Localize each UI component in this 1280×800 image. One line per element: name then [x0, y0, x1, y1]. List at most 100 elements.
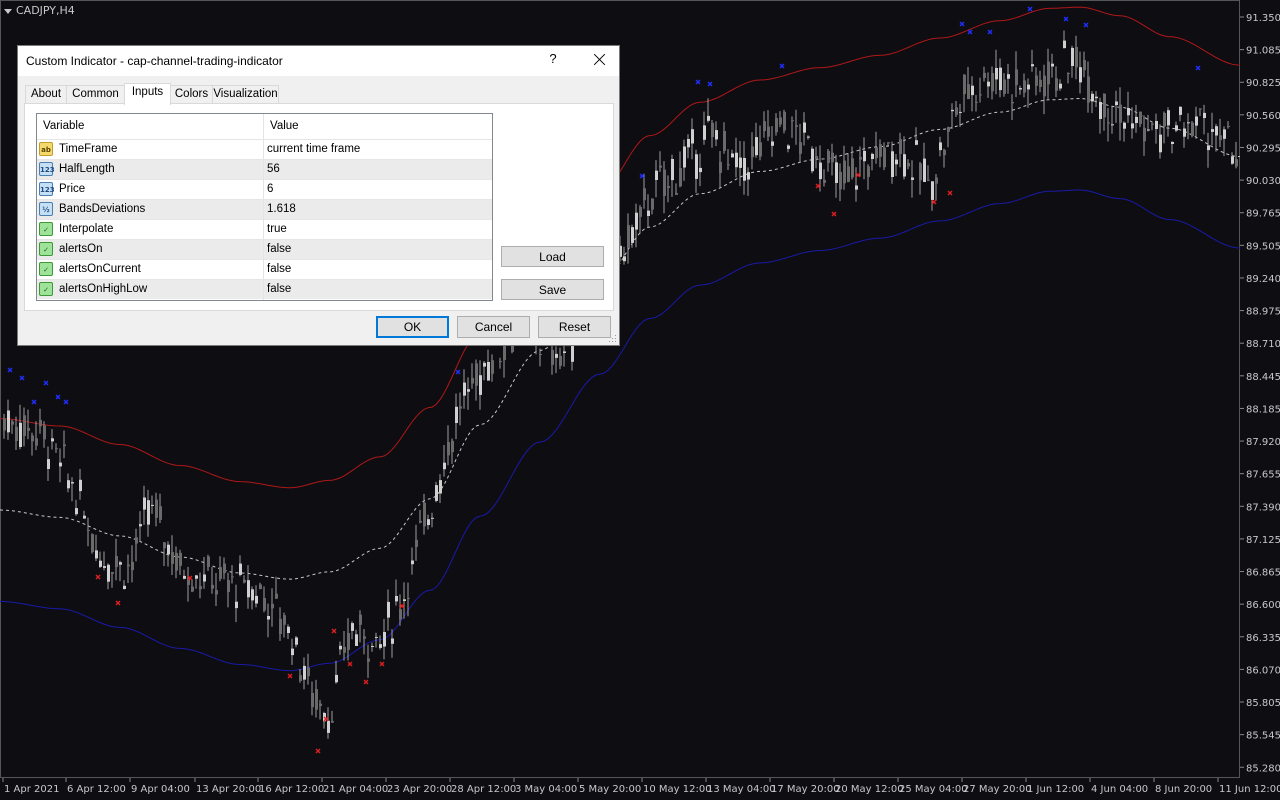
candle-body — [811, 148, 814, 172]
candle-body — [1235, 159, 1238, 167]
candle-body — [1055, 78, 1058, 91]
candle-body — [59, 462, 62, 467]
boolean-type-icon: ✓ — [39, 282, 53, 296]
candle-body — [387, 601, 390, 618]
dialog-title-bar[interactable]: Custom Indicator - cap-channel-trading-i… — [18, 46, 619, 76]
candle-body — [635, 212, 638, 230]
tab-inputs[interactable]: Inputs — [124, 83, 171, 105]
close-icon[interactable] — [589, 49, 609, 71]
load-button[interactable]: Load — [501, 246, 604, 267]
candle-body — [739, 157, 742, 168]
candle-body — [327, 720, 330, 733]
cell-separator — [263, 280, 264, 300]
candle-body — [307, 667, 310, 677]
price-axis-label: 89.505 — [1246, 241, 1280, 252]
row-value[interactable]: 6 — [267, 183, 273, 195]
input-row-alertsoncurrent[interactable]: ✓ alertsOnCurrent false — [37, 259, 492, 280]
candle-body — [135, 537, 138, 544]
candle-body — [775, 118, 778, 133]
time-axis-label: 21 Apr 04:00 — [323, 784, 388, 795]
input-row-alertson[interactable]: ✓ alertsOn false — [37, 239, 492, 260]
candle-body — [779, 117, 782, 125]
candle-body — [1043, 75, 1046, 97]
candle-body — [1063, 40, 1066, 49]
tab-about[interactable]: About — [25, 85, 67, 104]
candle-body — [115, 556, 118, 567]
tab-common[interactable]: Common — [66, 85, 125, 104]
candle-body — [335, 674, 338, 683]
symbol-label[interactable]: CADJPY,H4 — [4, 4, 75, 17]
candle-body — [155, 499, 158, 518]
candle-body — [1187, 122, 1190, 124]
candle-body — [943, 149, 946, 156]
candle-body — [71, 482, 74, 484]
help-button[interactable]: ? — [546, 51, 560, 66]
time-axis-label: 13 Apr 20:00 — [196, 784, 261, 795]
candle-body — [999, 67, 1002, 91]
row-value[interactable]: false — [267, 263, 291, 275]
candle-body — [799, 142, 802, 154]
string-type-icon: ab — [39, 142, 53, 156]
cell-separator — [263, 160, 264, 180]
row-value[interactable]: 56 — [267, 163, 280, 175]
low-signal-marker — [855, 172, 861, 178]
inputs-grid[interactable]: Variable Value ab TimeFrame current time… — [36, 113, 493, 301]
input-row-bandsdeviations[interactable]: ½ BandsDeviations 1.618 — [37, 199, 492, 220]
reset-button[interactable]: Reset — [538, 316, 611, 338]
input-row-price[interactable]: 123 Price 6 — [37, 179, 492, 200]
high-signal-marker — [55, 394, 61, 400]
row-value[interactable]: true — [267, 223, 287, 235]
candle-body — [1079, 67, 1082, 83]
candle-body — [263, 598, 266, 611]
candle-body — [1099, 102, 1102, 119]
high-signal-marker — [695, 79, 701, 85]
cancel-button[interactable]: Cancel — [457, 316, 530, 338]
input-row-alertsonhighlow[interactable]: ✓ alertsOnHighLow false — [37, 279, 492, 300]
row-variable: Interpolate — [59, 223, 114, 235]
input-row-halflength[interactable]: 123 HalfLength 56 — [37, 159, 492, 180]
row-value[interactable]: current time frame — [267, 143, 360, 155]
price-axis-label: 88.710 — [1246, 339, 1280, 350]
candle-body — [835, 162, 838, 183]
row-value[interactable]: false — [267, 243, 291, 255]
candle-body — [63, 444, 66, 447]
integer-type-icon: 123 — [39, 182, 55, 196]
candle-body — [1199, 108, 1202, 110]
time-axis-label: 23 Apr 20:00 — [387, 784, 452, 795]
candle-body — [235, 601, 238, 609]
dropdown-triangle-icon[interactable] — [4, 8, 12, 14]
candle-body — [1155, 121, 1158, 129]
input-row-interpolate[interactable]: ✓ Interpolate true — [37, 219, 492, 240]
ok-button[interactable]: OK — [376, 316, 449, 338]
save-button[interactable]: Save — [501, 279, 604, 300]
price-axis-label: 88.185 — [1246, 404, 1280, 415]
candle-body — [991, 73, 994, 92]
input-row-timeframe[interactable]: ab TimeFrame current time frame — [37, 139, 492, 160]
price-axis-label: 86.070 — [1246, 665, 1280, 676]
tab-visualization[interactable]: Visualization — [212, 85, 279, 104]
tab-colors[interactable]: Colors — [170, 85, 213, 104]
candle-body — [215, 590, 218, 595]
low-signal-marker — [115, 600, 121, 606]
price-axis-label: 88.975 — [1246, 307, 1280, 318]
price-axis-label: 91.085 — [1246, 46, 1280, 57]
candle-body — [699, 167, 702, 173]
row-value[interactable]: 1.618 — [267, 203, 296, 215]
column-header-variable[interactable]: Variable — [37, 114, 263, 139]
candle-body — [963, 74, 966, 95]
candle-body — [703, 125, 706, 140]
candle-body — [643, 188, 646, 201]
price-axis-label: 89.240 — [1246, 274, 1280, 285]
boolean-type-icon: ✓ — [39, 222, 53, 236]
candle-body — [951, 109, 954, 112]
candle-body — [1171, 142, 1174, 144]
high-signal-marker — [959, 21, 965, 27]
time-axis-label: 11 Jun 12:00 — [1219, 784, 1280, 795]
row-value[interactable]: false — [267, 283, 291, 295]
candle-body — [1003, 79, 1006, 94]
candle-body — [171, 552, 174, 564]
column-header-value[interactable]: Value — [264, 114, 492, 139]
candle-body — [695, 154, 698, 179]
candle-body — [871, 153, 874, 159]
resize-grip-icon[interactable] — [609, 335, 617, 343]
